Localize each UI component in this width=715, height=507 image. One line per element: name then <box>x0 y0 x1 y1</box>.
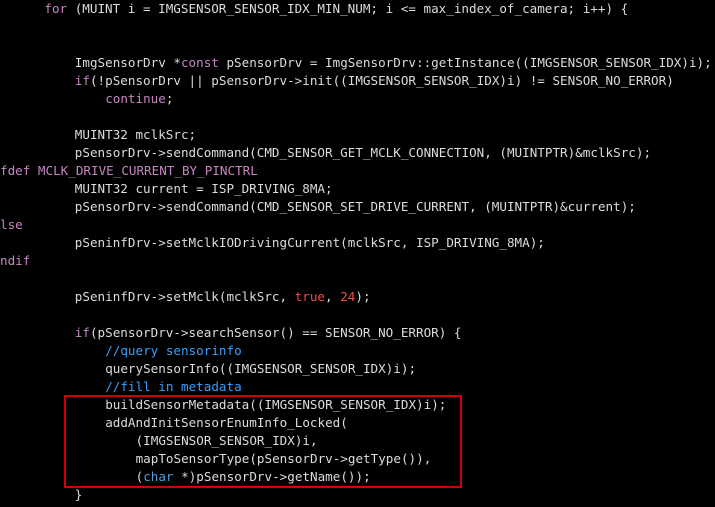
code-token: if <box>74 73 90 88</box>
code-token: pSensorDrv->sendCommand(CMD_SENSOR_GET_M… <box>74 145 652 160</box>
code-line: //fill in metadata <box>105 378 241 396</box>
code-token: //query sensorinfo <box>105 343 242 358</box>
code-token: fdef MCLK_DRIVE_CURRENT_BY_PINCTRL <box>0 163 258 178</box>
code-line: fdef MCLK_DRIVE_CURRENT_BY_PINCTRL <box>0 162 258 180</box>
code-token: (pSensorDrv->searchSensor() == SENSOR_NO… <box>89 325 462 340</box>
code-token: MUINT32 mclkSrc; <box>74 127 197 142</box>
code-token: lse <box>0 217 23 232</box>
code-line: pSeninfDrv->setMclkIODrivingCurrent(mclk… <box>75 234 545 252</box>
code-token: ImgSensorDrv * <box>74 55 181 70</box>
code-token: true <box>294 289 326 304</box>
code-line: if(pSensorDrv->searchSensor() == SENSOR_… <box>75 324 462 342</box>
code-line: continue; <box>105 90 173 108</box>
code-token: const <box>180 55 219 70</box>
code-line: mapToSensorType(pSensorDrv->getType()), <box>136 450 432 468</box>
code-token: addAndInitSensorEnumInfo_Locked( <box>105 415 348 430</box>
code-token: (MUINT i = IMGSENSOR_SENSOR_IDX_MIN_NUM;… <box>67 1 629 16</box>
code-token: if <box>74 325 90 340</box>
code-line: (IMGSENSOR_SENSOR_IDX)i, <box>136 432 318 450</box>
code-line: buildSensorMetadata((IMGSENSOR_SENSOR_ID… <box>105 396 446 414</box>
code-token: char <box>143 469 174 484</box>
code-line: querySensorInfo((IMGSENSOR_SENSOR_IDX)i)… <box>105 360 416 378</box>
code-token: for <box>44 1 68 16</box>
code-token: continue <box>105 91 166 106</box>
code-line: pSensorDrv->sendCommand(CMD_SENSOR_SET_D… <box>75 198 636 216</box>
code-token: querySensorInfo((IMGSENSOR_SENSOR_IDX)i)… <box>105 361 417 376</box>
code-token: } <box>74 487 83 502</box>
code-token: *)pSensorDrv->getName()); <box>173 469 371 484</box>
code-token: (!pSensorDrv || pSensorDrv->init((IMGSEN… <box>89 73 674 88</box>
code-token: (IMGSENSOR_SENSOR_IDX)i, <box>135 433 318 448</box>
code-editor[interactable]: for (MUINT i = IMGSENSOR_SENSOR_IDX_MIN_… <box>0 0 715 507</box>
code-token: ; <box>165 91 174 106</box>
code-line: lse <box>0 216 23 234</box>
code-token: ndif <box>0 253 31 268</box>
code-line: (char *)pSensorDrv->getName()); <box>136 468 371 486</box>
code-line: //query sensorinfo <box>105 342 241 360</box>
code-token: , <box>325 289 341 304</box>
code-token: buildSensorMetadata((IMGSENSOR_SENSOR_ID… <box>105 397 447 412</box>
code-token: MUINT32 current = ISP_DRIVING_8MA; <box>74 181 333 196</box>
code-line: pSensorDrv->sendCommand(CMD_SENSOR_GET_M… <box>75 144 651 162</box>
code-line: for (MUINT i = IMGSENSOR_SENSOR_IDX_MIN_… <box>44 0 628 18</box>
code-line: MUINT32 mclkSrc; <box>75 126 196 144</box>
code-token: pSeninfDrv->setMclk(mclkSrc, <box>74 289 295 304</box>
code-line: addAndInitSensorEnumInfo_Locked( <box>105 414 348 432</box>
code-token: pSeninfDrv->setMclkIODrivingCurrent(mclk… <box>74 235 545 250</box>
code-token: ); <box>355 289 371 304</box>
code-line: MUINT32 current = ISP_DRIVING_8MA; <box>75 180 333 198</box>
code-line: if(!pSensorDrv || pSensorDrv->init((IMGS… <box>75 72 674 90</box>
code-line: } <box>75 486 83 504</box>
code-line: ndif <box>0 252 30 270</box>
code-token: mapToSensorType(pSensorDrv->getType()), <box>135 451 432 466</box>
code-token: pSensorDrv = ImgSensorDrv::getInstance((… <box>218 55 712 70</box>
code-token: 24 <box>340 289 356 304</box>
code-line: ImgSensorDrv *const pSensorDrv = ImgSens… <box>75 54 712 72</box>
code-line: pSeninfDrv->setMclk(mclkSrc, true, 24); <box>75 288 371 306</box>
code-token: pSensorDrv->sendCommand(CMD_SENSOR_SET_D… <box>74 199 636 214</box>
code-token: //fill in metadata <box>105 379 242 394</box>
